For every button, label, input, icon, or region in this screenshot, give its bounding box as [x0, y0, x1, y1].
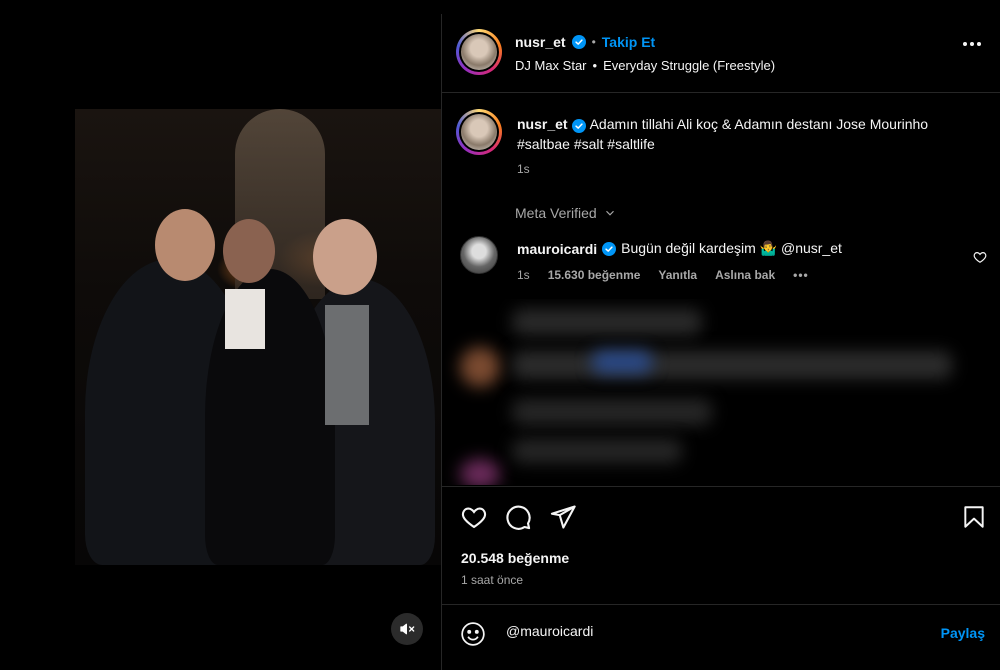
post-comment-button[interactable]: Paylaş [941, 625, 985, 641]
comment-input[interactable] [506, 623, 906, 639]
photo-shirt [225, 289, 265, 349]
audio-separator: • [592, 58, 598, 73]
like-button[interactable] [460, 503, 488, 536]
posted-time: 1 saat önce [461, 573, 524, 587]
chevron-down-icon [605, 210, 614, 216]
caption-avatar[interactable] [456, 109, 502, 155]
comment-time: 1s [517, 268, 530, 282]
verified-badge-icon [602, 241, 617, 256]
post-side-panel: nusr_et • Takip Et DJ Max Star • Everyda… [441, 14, 1000, 670]
audio-title[interactable]: Everyday Struggle (Freestyle) [603, 58, 775, 73]
send-icon [550, 505, 576, 529]
post-actions: 20.548 beğenme 1 saat önce [442, 486, 1000, 604]
author-username[interactable]: nusr_et [515, 34, 566, 50]
comment-meta: 1s 15.630 beğenme Yanıtla Aslına bak ••• [517, 268, 809, 282]
comment-more-icon[interactable]: ••• [793, 268, 809, 282]
blurred-comments [442, 299, 1000, 485]
comment-text-line: mauroicardi Bugün değil kardeşim 🤷‍♂ @nu… [517, 240, 842, 257]
photo-head-left [155, 209, 215, 281]
photo-head-middle [223, 219, 275, 283]
author-line: nusr_et • Takip Et [515, 34, 655, 50]
comment-text: Bugün değil kardeşim 🤷‍♂ @nusr_et [621, 240, 842, 256]
post-photo[interactable] [75, 109, 441, 565]
heart-icon [973, 252, 987, 263]
media-pane [0, 0, 441, 670]
caption-time: 1s [517, 162, 530, 176]
comment-button[interactable] [504, 503, 532, 536]
comment-likes[interactable]: 15.630 beğenme [548, 268, 641, 282]
heart-icon [461, 507, 487, 529]
speaker-muted-icon [400, 623, 415, 635]
translate-button[interactable]: Aslına bak [715, 268, 775, 282]
comment-item: mauroicardi Bugün değil kardeşim 🤷‍♂ @nu… [442, 236, 1000, 296]
verified-badge-icon [571, 35, 586, 49]
audio-artist[interactable]: DJ Max Star [515, 58, 587, 73]
bookmark-icon [964, 506, 984, 528]
more-options-icon[interactable] [963, 42, 981, 46]
comment-icon [506, 505, 531, 530]
emoji-button[interactable] [460, 621, 486, 652]
reply-button[interactable]: Yanıtla [658, 268, 697, 282]
share-button[interactable] [549, 503, 577, 536]
commenter-avatar[interactable] [460, 236, 498, 274]
mute-button[interactable] [391, 613, 423, 645]
photo-shirt-grey [325, 305, 369, 425]
caption-username[interactable]: nusr_et [517, 116, 568, 132]
meta-verified-label: Meta Verified [515, 205, 597, 221]
audio-info[interactable]: DJ Max Star • Everyday Struggle (Freesty… [515, 58, 775, 73]
follow-button[interactable]: Takip Et [602, 34, 655, 50]
commenter-username[interactable]: mauroicardi [517, 241, 597, 257]
post-header: nusr_et • Takip Et DJ Max Star • Everyda… [442, 14, 1000, 93]
photo-head-right [313, 219, 377, 295]
author-avatar[interactable] [456, 29, 502, 75]
like-count[interactable]: 20.548 beğenme [461, 550, 569, 566]
caption-text-block: nusr_et Adamın tillahi Ali koç & Adamın d… [517, 114, 957, 154]
verified-badge-icon [571, 119, 586, 133]
emoji-icon [461, 622, 485, 646]
meta-verified-toggle[interactable]: Meta Verified [515, 205, 617, 221]
comment-like-button[interactable] [973, 250, 987, 269]
comment-box: Paylaş [442, 604, 1000, 664]
save-button[interactable] [961, 503, 987, 536]
header-separator: • [591, 35, 596, 49]
